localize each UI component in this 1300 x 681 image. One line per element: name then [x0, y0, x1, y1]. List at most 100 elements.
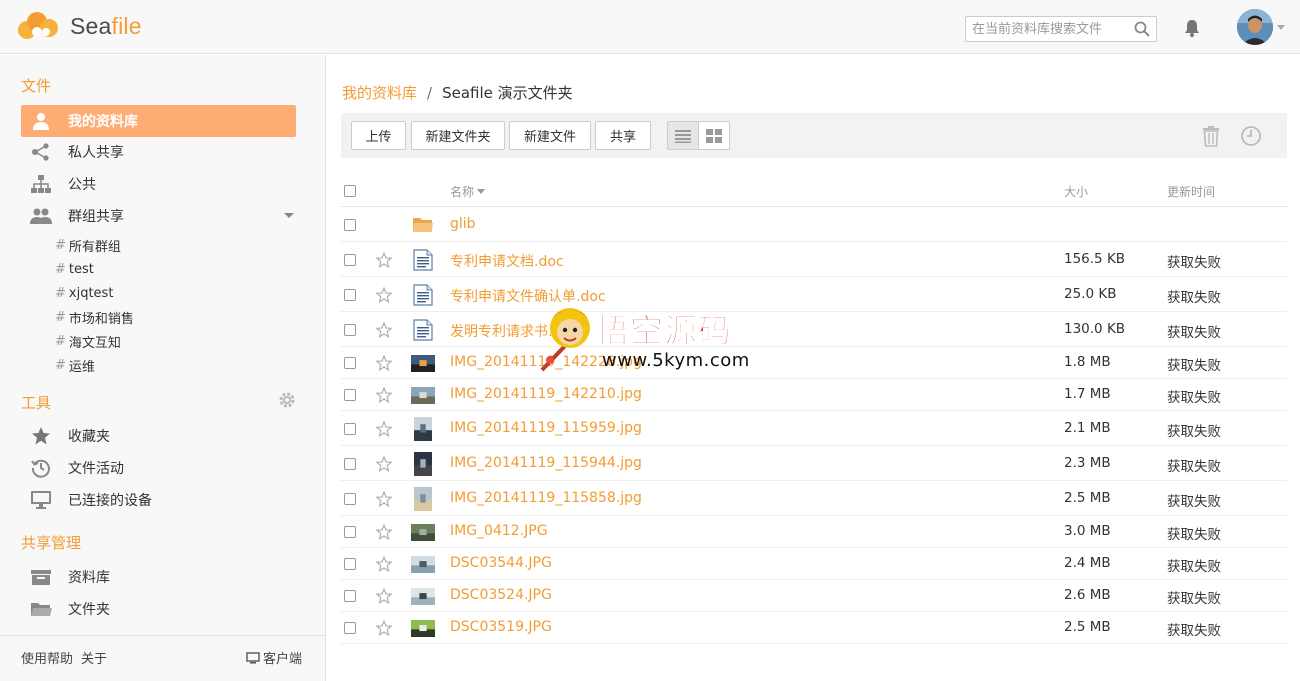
sidebar-item-activities[interactable]: 文件活动	[21, 452, 296, 484]
monitor-icon	[246, 651, 260, 663]
row-checkbox[interactable]	[344, 288, 356, 301]
col-time-header: 更新时间	[1167, 185, 1216, 199]
file-updated-time: 获取失败	[1167, 324, 1221, 341]
grid-view-button[interactable]	[698, 121, 730, 150]
breadcrumb-separator: /	[427, 83, 433, 102]
file-size: 130.0 KB	[1064, 320, 1126, 337]
file-name-link[interactable]: DSC03519.JPG	[450, 619, 552, 635]
avatar-caret-icon[interactable]	[1277, 25, 1285, 30]
table-row[interactable]: 专利申请文件确认单.doc 25.0 KB 获取失败	[341, 277, 1287, 312]
group-item-label: 所有群组	[68, 239, 121, 255]
row-checkbox[interactable]	[344, 492, 356, 505]
table-row[interactable]: 专利申请文档.doc 156.5 KB 获取失败	[341, 242, 1287, 277]
row-checkbox[interactable]	[344, 389, 356, 401]
avatar[interactable]	[1237, 9, 1273, 45]
client-link[interactable]: 客户端	[246, 648, 302, 667]
file-name-link[interactable]: IMG_0412.JPG	[450, 523, 548, 539]
hash-icon: #	[55, 237, 66, 253]
file-name-link[interactable]: IMG_20141119_115959.jpg	[450, 420, 642, 436]
table-row[interactable]: DSC03544.JPG 2.4 MB 获取失败	[341, 548, 1287, 580]
table-row[interactable]: glib	[341, 207, 1287, 242]
image-thumbnail-icon	[414, 451, 432, 476]
upload-button[interactable]: 上传	[351, 121, 406, 150]
sidebar-item-public[interactable]: 公共	[21, 168, 296, 200]
seafile-logo[interactable]: Seafile	[16, 9, 142, 43]
star-icon[interactable]	[376, 286, 392, 303]
sidebar-item-group-share[interactable]: 群组共享	[21, 200, 296, 232]
row-checkbox[interactable]	[344, 558, 356, 570]
select-all-checkbox[interactable]	[344, 185, 356, 197]
row-checkbox[interactable]	[344, 457, 356, 470]
table-row[interactable]: 发明专利请求书.doc 130.0 KB 获取失败	[341, 312, 1287, 347]
trash-icon[interactable]	[1201, 125, 1221, 147]
row-checkbox[interactable]	[344, 253, 356, 266]
sidebar-item-favorites[interactable]: 收藏夹	[21, 420, 296, 452]
group-item[interactable]: # 运维	[55, 354, 95, 376]
search-box[interactable]	[965, 16, 1157, 42]
row-checkbox[interactable]	[344, 323, 356, 336]
file-name-link[interactable]: DSC03544.JPG	[450, 555, 552, 571]
file-updated-time: 获取失败	[1167, 623, 1221, 639]
sidebar-item-share-libraries[interactable]: 资料库	[21, 561, 296, 593]
row-checkbox[interactable]	[344, 218, 356, 231]
star-icon[interactable]	[376, 321, 392, 338]
sidebar-item-private-share[interactable]: 私人共享	[21, 136, 296, 168]
avatar-photo-icon	[1237, 9, 1273, 45]
bell-icon[interactable]	[1182, 18, 1202, 38]
help-link[interactable]: 使用帮助	[21, 648, 73, 667]
file-name-link[interactable]: IMG_20141119_115858.jpg	[450, 490, 642, 506]
star-icon[interactable]	[376, 355, 392, 371]
image-thumbnail-icon	[411, 386, 435, 404]
table-row[interactable]: IMG_0412.JPG 3.0 MB 获取失败	[341, 516, 1287, 548]
row-checkbox[interactable]	[344, 590, 356, 602]
file-updated-time: 获取失败	[1167, 458, 1221, 475]
star-icon[interactable]	[376, 387, 392, 403]
group-item[interactable]: # 所有群组	[55, 234, 121, 256]
history-icon[interactable]	[1240, 125, 1262, 147]
sidebar-item-devices[interactable]: 已连接的设备	[21, 484, 296, 516]
table-row[interactable]: IMG_20141119_115944.jpg 2.3 MB 获取失败	[341, 446, 1287, 481]
star-icon[interactable]	[376, 620, 392, 636]
group-item[interactable]: # 海文互知	[55, 330, 121, 352]
gear-icon[interactable]	[278, 391, 296, 409]
sidebar-item-share-folders[interactable]: 文件夹	[21, 593, 296, 625]
file-name-link[interactable]: 专利申请文档.doc	[450, 251, 564, 271]
star-icon[interactable]	[376, 420, 392, 437]
row-checkbox[interactable]	[344, 622, 356, 634]
table-row[interactable]: DSC03524.JPG 2.6 MB 获取失败	[341, 580, 1287, 612]
file-name-link[interactable]: DSC03524.JPG	[450, 587, 552, 603]
star-icon[interactable]	[376, 556, 392, 572]
share-button[interactable]: 共享	[595, 121, 651, 150]
table-row[interactable]: IMG_20141119_115858.jpg 2.5 MB 获取失败	[341, 481, 1287, 516]
star-icon[interactable]	[376, 588, 392, 604]
row-checkbox[interactable]	[344, 357, 356, 369]
star-icon[interactable]	[376, 251, 392, 268]
star-icon[interactable]	[376, 490, 392, 507]
file-updated-time: 获取失败	[1167, 358, 1221, 374]
star-icon[interactable]	[376, 455, 392, 472]
file-name-link[interactable]: IMG_20141119_115944.jpg	[450, 455, 642, 471]
list-view-button[interactable]	[667, 121, 699, 150]
file-name-link[interactable]: IMG_20141119_142210.jpg	[450, 386, 642, 402]
table-row[interactable]: IMG_20141119_142210.jpg 1.7 MB 获取失败	[341, 379, 1287, 411]
file-name-link[interactable]: glib	[450, 216, 476, 232]
image-thumbnail-icon	[411, 523, 435, 541]
table-row[interactable]: DSC03519.JPG 2.5 MB 获取失败	[341, 612, 1287, 644]
group-item[interactable]: # 市场和销售	[55, 306, 134, 328]
star-icon[interactable]	[376, 524, 392, 540]
row-checkbox[interactable]	[344, 422, 356, 435]
sort-by-name[interactable]: 名称	[450, 183, 486, 200]
row-checkbox[interactable]	[344, 526, 356, 538]
table-row[interactable]: IMG_20141119_142228.jpg 1.8 MB 获取失败	[341, 347, 1287, 379]
table-row[interactable]: IMG_20141119_115959.jpg 2.1 MB 获取失败	[341, 411, 1287, 446]
new-folder-button[interactable]: 新建文件夹	[411, 121, 505, 150]
group-item[interactable]: # test	[55, 258, 94, 280]
search-input[interactable]	[966, 17, 1126, 41]
about-link[interactable]: 关于	[81, 648, 107, 667]
search-icon[interactable]	[1134, 21, 1150, 37]
breadcrumb-parent[interactable]: 我的资料库	[342, 82, 417, 103]
sidebar-item-my-libraries[interactable]: 我的资料库	[21, 105, 296, 137]
new-file-button[interactable]: 新建文件	[509, 121, 591, 150]
chevron-down-icon[interactable]	[284, 213, 294, 218]
group-item[interactable]: # xjqtest	[55, 282, 113, 304]
